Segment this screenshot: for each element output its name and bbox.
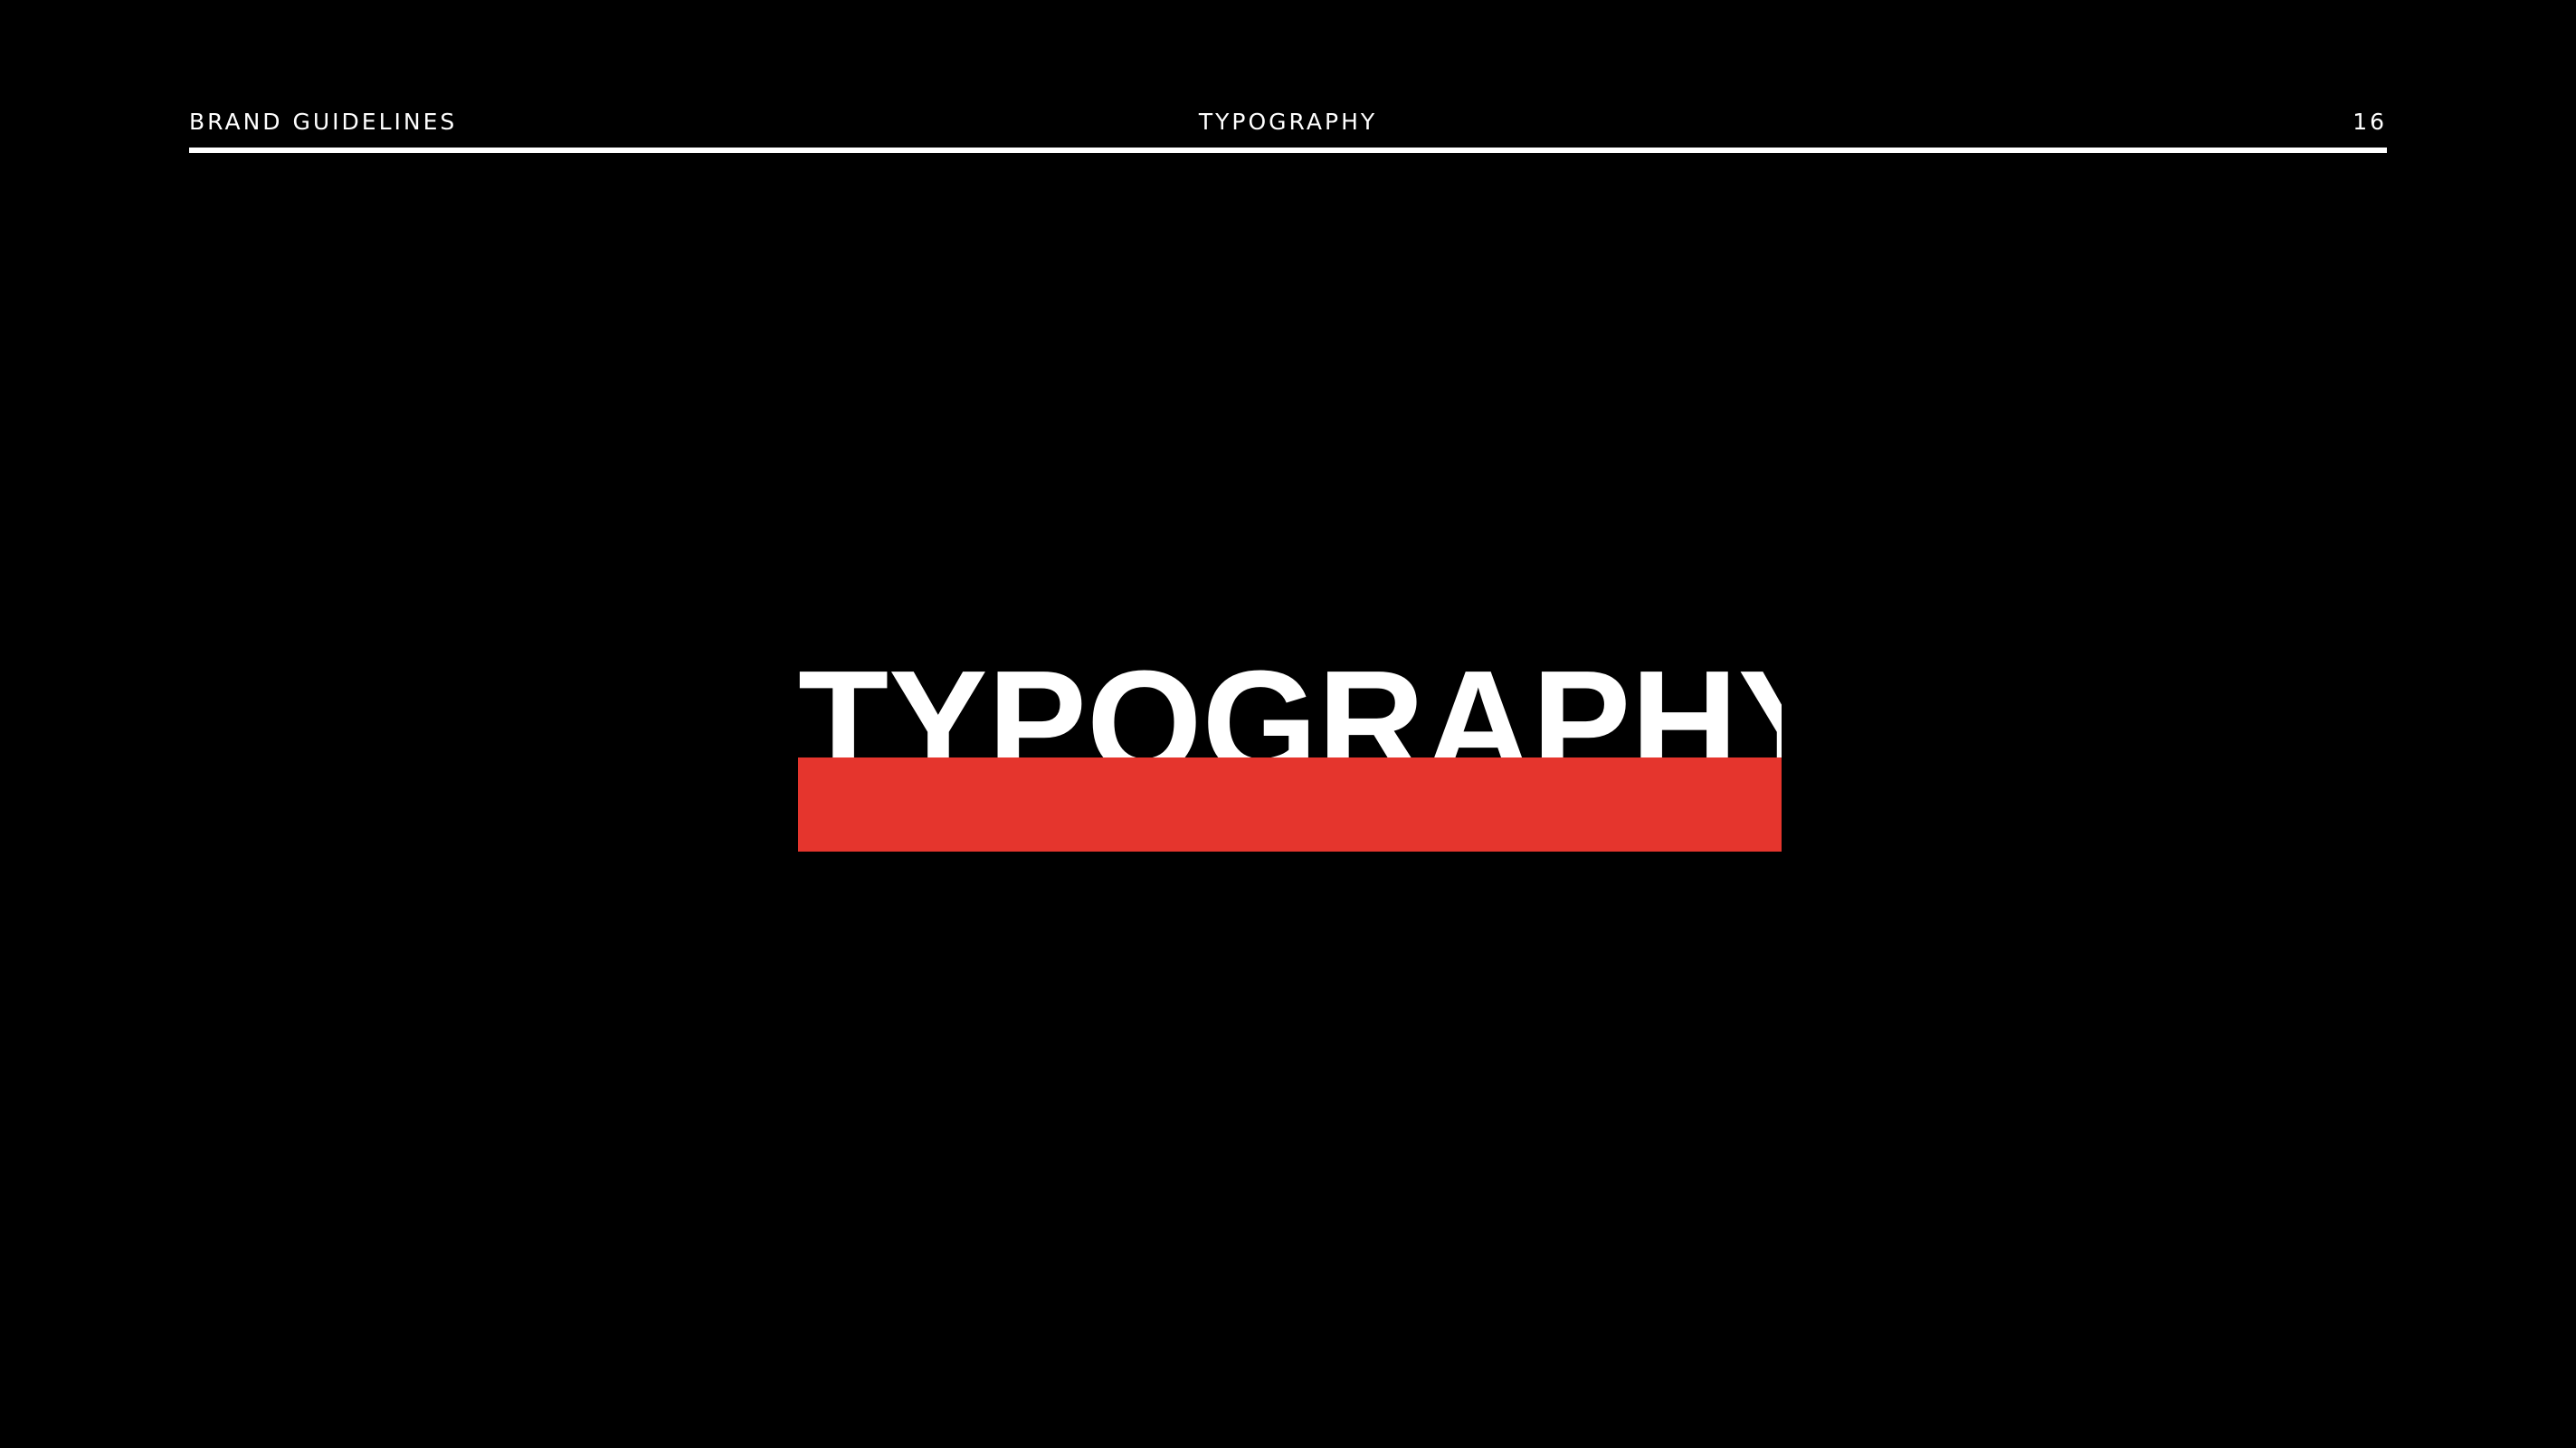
hero-title-block: TYPOGRAPHY xyxy=(798,647,1782,852)
hero-title: TYPOGRAPHY xyxy=(798,647,1782,758)
hero-title-clip: TYPOGRAPHY xyxy=(798,647,1782,758)
page-number: 16 xyxy=(2353,109,2387,135)
section-title: TYPOGRAPHY xyxy=(1198,109,1378,135)
slide: BRAND GUIDELINES TYPOGRAPHY 16 TYPOGRAPH… xyxy=(0,0,2576,1448)
accent-bar xyxy=(798,757,1782,852)
document-title: BRAND GUIDELINES xyxy=(189,109,458,135)
header-divider xyxy=(189,148,2387,153)
page-header: BRAND GUIDELINES TYPOGRAPHY 16 xyxy=(189,101,2387,156)
